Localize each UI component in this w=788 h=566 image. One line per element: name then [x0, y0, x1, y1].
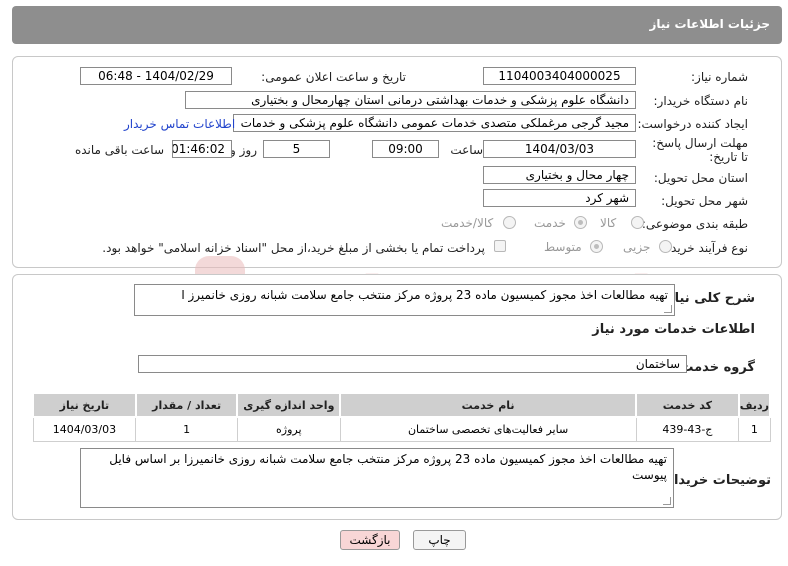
table-header-row: تاریخ نیاز تعداد / مقدار واحد اندازه گیر… [32, 392, 772, 418]
remaining-time-field: 01:46:02 [172, 140, 232, 158]
buyer-notes-textarea[interactable]: تهیه مطالعات اخذ مجوز کمیسیون ماده 23 پر… [80, 448, 674, 508]
table-row: 1404/03/03 1 پروژه سایر فعالیت‌های تخصصی… [32, 416, 771, 442]
resize-grip[interactable] [664, 305, 672, 313]
back-button[interactable]: بازگشت [340, 530, 400, 550]
col-service-name: نام خدمت [339, 392, 637, 418]
process-medium-label: متوسط [544, 240, 582, 254]
announce-datetime-label: تاریخ و ساعت اعلان عمومی: [261, 70, 406, 84]
buyer-notes-text: تهیه مطالعات اخذ مجوز کمیسیون ماده 23 پر… [109, 452, 667, 482]
cell-row: 1 [738, 416, 771, 442]
city-field: شهر کرد [483, 189, 636, 207]
category-goods-service-label: کالا/خدمت [441, 216, 494, 230]
treasury-checkbox[interactable] [494, 240, 506, 252]
col-quantity: تعداد / مقدار [134, 392, 239, 418]
need-number-field: 1104003404000025 [483, 67, 636, 85]
service-group-label: گروه خدمت: [675, 360, 755, 375]
category-goods-service-radio[interactable] [503, 216, 516, 229]
services-info-heading: اطلاعات خدمات مورد نیاز [592, 322, 755, 337]
col-unit: واحد اندازه گیری [236, 392, 342, 418]
days-and-label: روز و [230, 143, 257, 157]
category-label: طبقه بندی موضوعی: [641, 217, 748, 231]
resize-grip[interactable] [663, 497, 671, 505]
page-header: جزئیات اطلاعات نیاز [12, 6, 782, 44]
process-partial-label: جزیی [623, 240, 651, 254]
cell-quantity: 1 [135, 416, 238, 442]
process-medium-radio[interactable] [590, 240, 603, 253]
description-label: شرح کلی نیاز: [661, 291, 755, 306]
category-service-label: خدمت [534, 216, 566, 230]
requester-field: مجید گرجی مرغملکی متصدی خدمات عمومی دانش… [233, 114, 636, 132]
col-service-code: کد خدمت [635, 392, 740, 418]
cell-service-code: ج-43-439 [635, 416, 740, 442]
col-row: ردیف [737, 392, 772, 418]
treasury-note: پرداخت تمام یا بخشی از مبلغ خرید،از محل … [102, 241, 485, 255]
category-service-radio[interactable] [574, 216, 587, 229]
page-title: جزئیات اطلاعات نیاز [649, 17, 770, 31]
process-label: نوع فرآیند خرید : [663, 241, 748, 255]
remaining-label: ساعت باقی مانده [74, 143, 164, 157]
deadline-time-label: ساعت [450, 143, 483, 157]
col-date: تاریخ نیاز [32, 392, 137, 418]
requester-label: ایجاد کننده درخواست: [637, 117, 748, 131]
cell-service-name: سایر فعالیت‌های تخصصی ساختمان [339, 416, 637, 442]
services-table: تاریخ نیاز تعداد / مقدار واحد اندازه گیر… [32, 392, 772, 442]
city-label: شهر محل تحویل: [661, 194, 748, 208]
description-text: تهیه مطالعات اخذ مجوز کمیسیون ماده 23 پر… [181, 288, 668, 302]
cell-date: 1404/03/03 [32, 416, 137, 442]
deadline-date-field: 1404/03/03 [483, 140, 636, 158]
cell-unit: پروژه [236, 416, 341, 442]
deadline-label: مهلت ارسال پاسخ: تا تاریخ: [652, 136, 748, 164]
category-goods-label: کالا [600, 216, 617, 230]
buyer-org-field: دانشگاه علوم پزشکی و خدمات بهداشتی درمان… [185, 91, 636, 109]
service-group-field: ساختمان [138, 355, 687, 373]
need-number-label: شماره نیاز: [691, 70, 748, 84]
province-label: استان محل تحویل: [653, 171, 748, 185]
deadline-time-field: 09:00 [372, 140, 439, 158]
buyer-notes-label: توضیحات خریدار: [661, 473, 771, 488]
buyer-contact-link[interactable]: اطلاعات تماس خریدار [124, 117, 235, 131]
print-button[interactable]: چاپ [413, 530, 466, 550]
buyer-org-label: نام دستگاه خریدار: [653, 94, 749, 108]
days-field: 5 [263, 140, 330, 158]
description-textarea[interactable]: تهیه مطالعات اخذ مجوز کمیسیون ماده 23 پر… [134, 284, 675, 316]
province-field: چهار محال و بختیاری [483, 166, 636, 184]
process-partial-radio[interactable] [659, 240, 672, 253]
category-goods-radio[interactable] [631, 216, 644, 229]
announce-datetime-field: 1404/02/29 - 06:48 [80, 67, 232, 85]
